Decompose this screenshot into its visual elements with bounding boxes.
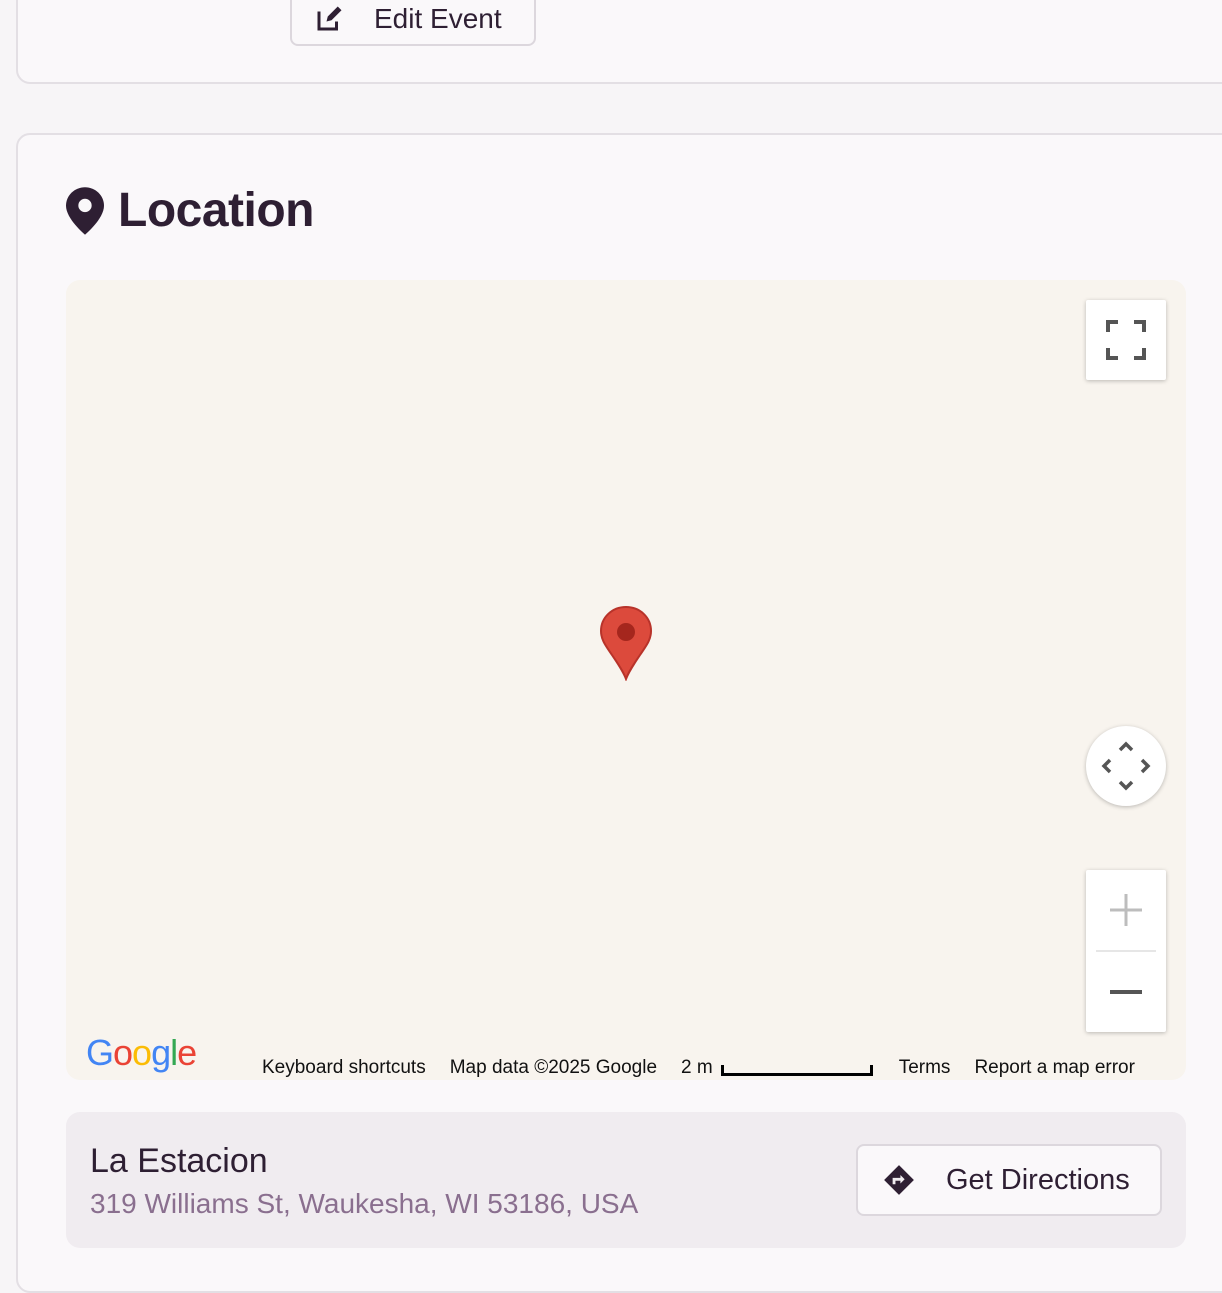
scale-label: 2 m [681, 1057, 713, 1078]
edit-icon [317, 6, 342, 31]
map-camera-control[interactable] [1086, 726, 1166, 806]
keyboard-shortcuts-link[interactable]: Keyboard shortcuts [262, 1057, 426, 1079]
minus-icon [1110, 990, 1142, 994]
fullscreen-button[interactable] [1086, 300, 1166, 380]
plus-icon [1110, 894, 1142, 926]
report-map-error-link[interactable]: Report a map error [974, 1057, 1135, 1079]
get-directions-button[interactable]: Get Directions [856, 1144, 1162, 1216]
event-actions-card [16, 0, 1222, 84]
venue-address: 319 Williams St, Waukesha, WI 53186, USA [90, 1188, 639, 1219]
venue-info: La Estacion 319 Williams St, Waukesha, W… [66, 1112, 1186, 1248]
edit-event-label: Edit Event [374, 3, 502, 34]
zoom-in-button[interactable] [1086, 870, 1166, 950]
zoom-controls [1086, 870, 1166, 1032]
map-attribution-bar: Keyboard shortcuts Map data ©2025 Google… [262, 1054, 1159, 1080]
map-pin-icon [66, 186, 104, 235]
directions-icon [884, 1165, 914, 1195]
fullscreen-icon [1106, 320, 1146, 360]
pan-arrows-icon [1101, 741, 1151, 791]
terms-link[interactable]: Terms [899, 1057, 951, 1079]
map-marker-icon [599, 605, 653, 682]
scale-bar [720, 1064, 873, 1076]
location-title: Location [118, 184, 315, 237]
venue-name: La Estacion [90, 1142, 268, 1180]
google-logo: Google [86, 1032, 197, 1073]
location-heading: Location [66, 183, 315, 238]
edit-event-button[interactable]: Edit Event [290, 0, 536, 46]
map-data-text: Map data ©2025 Google [449, 1057, 658, 1078]
zoom-out-button[interactable] [1086, 952, 1166, 1032]
location-marker[interactable] [599, 605, 653, 686]
get-directions-label: Get Directions [946, 1163, 1130, 1196]
map-view[interactable]: Google Keyboard shortcuts Map data ©2025… [66, 280, 1186, 1080]
